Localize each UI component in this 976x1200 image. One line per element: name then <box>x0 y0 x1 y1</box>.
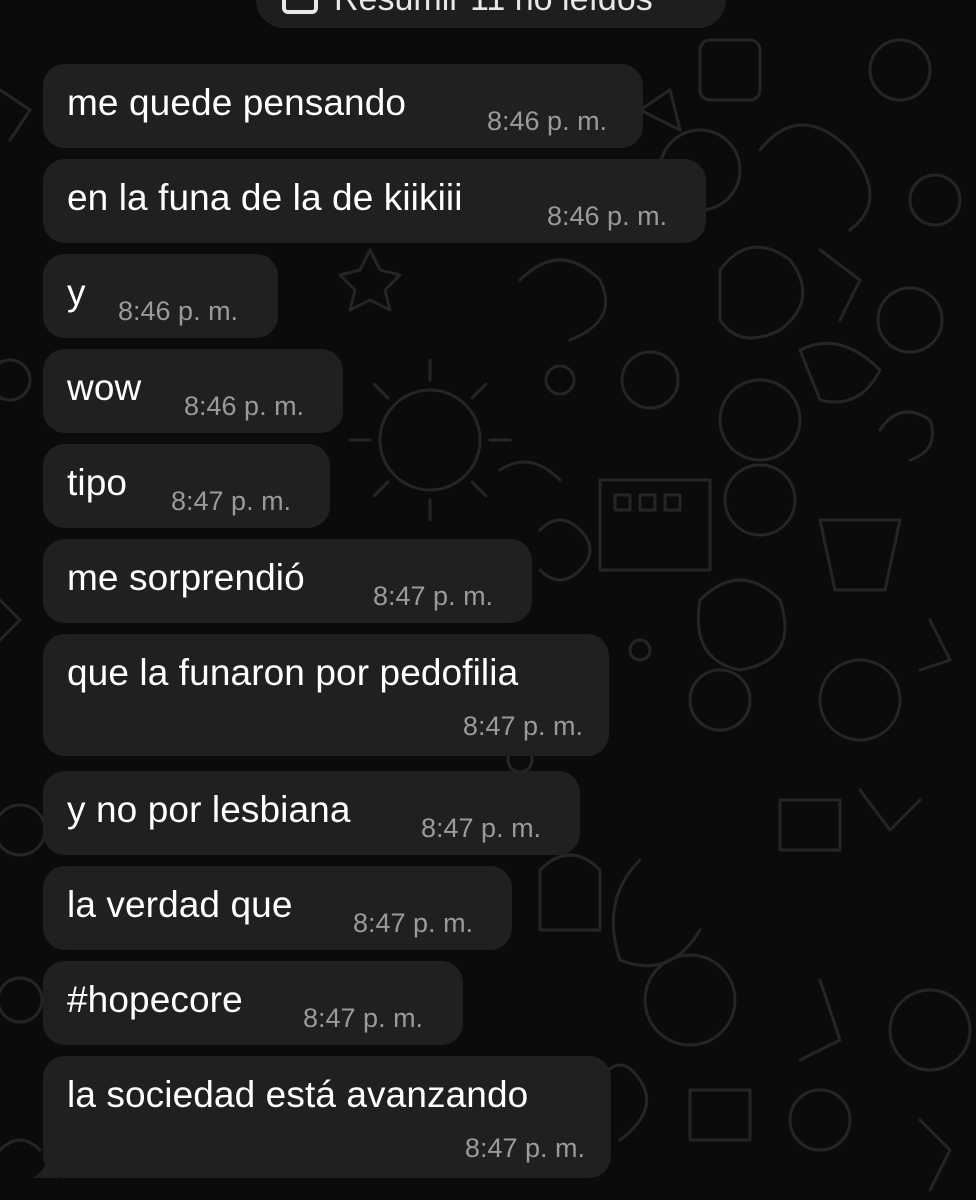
message-timestamp: 8:47 p. m. <box>353 908 474 938</box>
message-bubble[interactable]: la sociedad está avanzando 8:47 p. m. <box>43 1056 611 1178</box>
message-timestamp: 8:47 p. m. <box>303 1003 424 1033</box>
bubble-tail <box>32 1154 58 1178</box>
message-text: y <box>67 272 86 313</box>
message-timestamp: 8:47 p. m. <box>373 581 494 611</box>
message-bubble[interactable]: me sorprendió 8:47 p. m. <box>43 539 532 623</box>
message-bubble[interactable]: que la funaron por pedofilia 8:47 p. m. <box>43 634 609 756</box>
message-bubble[interactable]: me quede pensando 8:46 p. m. <box>43 64 643 148</box>
message-text: tipo <box>67 462 128 503</box>
message-timestamp: 8:47 p. m. <box>421 813 542 843</box>
message-bubble[interactable]: y 8:46 p. m. <box>43 254 278 338</box>
unread-summary-label: Resumir 11 no leídos <box>334 0 653 19</box>
message-timestamp: 8:46 p. m. <box>547 201 668 231</box>
message-text: la verdad que <box>67 884 293 925</box>
message-list: me quede pensando 8:46 p. m. en la funa … <box>0 0 976 1200</box>
message-text: que la funaron por pedofilia <box>67 652 519 693</box>
message-text: en la funa de la de kiikiii <box>67 177 463 218</box>
message-text: y no por lesbiana <box>67 789 351 830</box>
message-text: me quede pensando <box>67 82 407 123</box>
message-text: #hopecore <box>67 979 243 1020</box>
message-timestamp: 8:47 p. m. <box>462 711 583 741</box>
message-timestamp: 8:46 p. m. <box>118 296 239 326</box>
message-timestamp: 8:47 p. m. <box>464 1133 585 1163</box>
message-bubble[interactable]: tipo 8:47 p. m. <box>43 444 330 528</box>
message-text: me sorprendió <box>67 557 305 598</box>
message-timestamp: 8:46 p. m. <box>487 106 608 136</box>
message-timestamp: 8:46 p. m. <box>184 391 305 421</box>
unread-summary-pill[interactable]: Resumir 11 no leídos <box>256 0 726 28</box>
message-timestamp: 8:47 p. m. <box>171 486 292 516</box>
message-bubble[interactable]: en la funa de la de kiikiii 8:46 p. m. <box>43 159 706 243</box>
message-bubble[interactable]: wow 8:46 p. m. <box>43 349 343 433</box>
message-bubble[interactable]: #hopecore 8:47 p. m. <box>43 961 463 1045</box>
inbox-icon <box>282 0 318 14</box>
message-text: wow <box>67 367 142 408</box>
message-bubble[interactable]: la verdad que 8:47 p. m. <box>43 866 512 950</box>
message-text: la sociedad está avanzando <box>67 1074 529 1115</box>
message-bubble[interactable]: y no por lesbiana 8:47 p. m. <box>43 771 580 855</box>
